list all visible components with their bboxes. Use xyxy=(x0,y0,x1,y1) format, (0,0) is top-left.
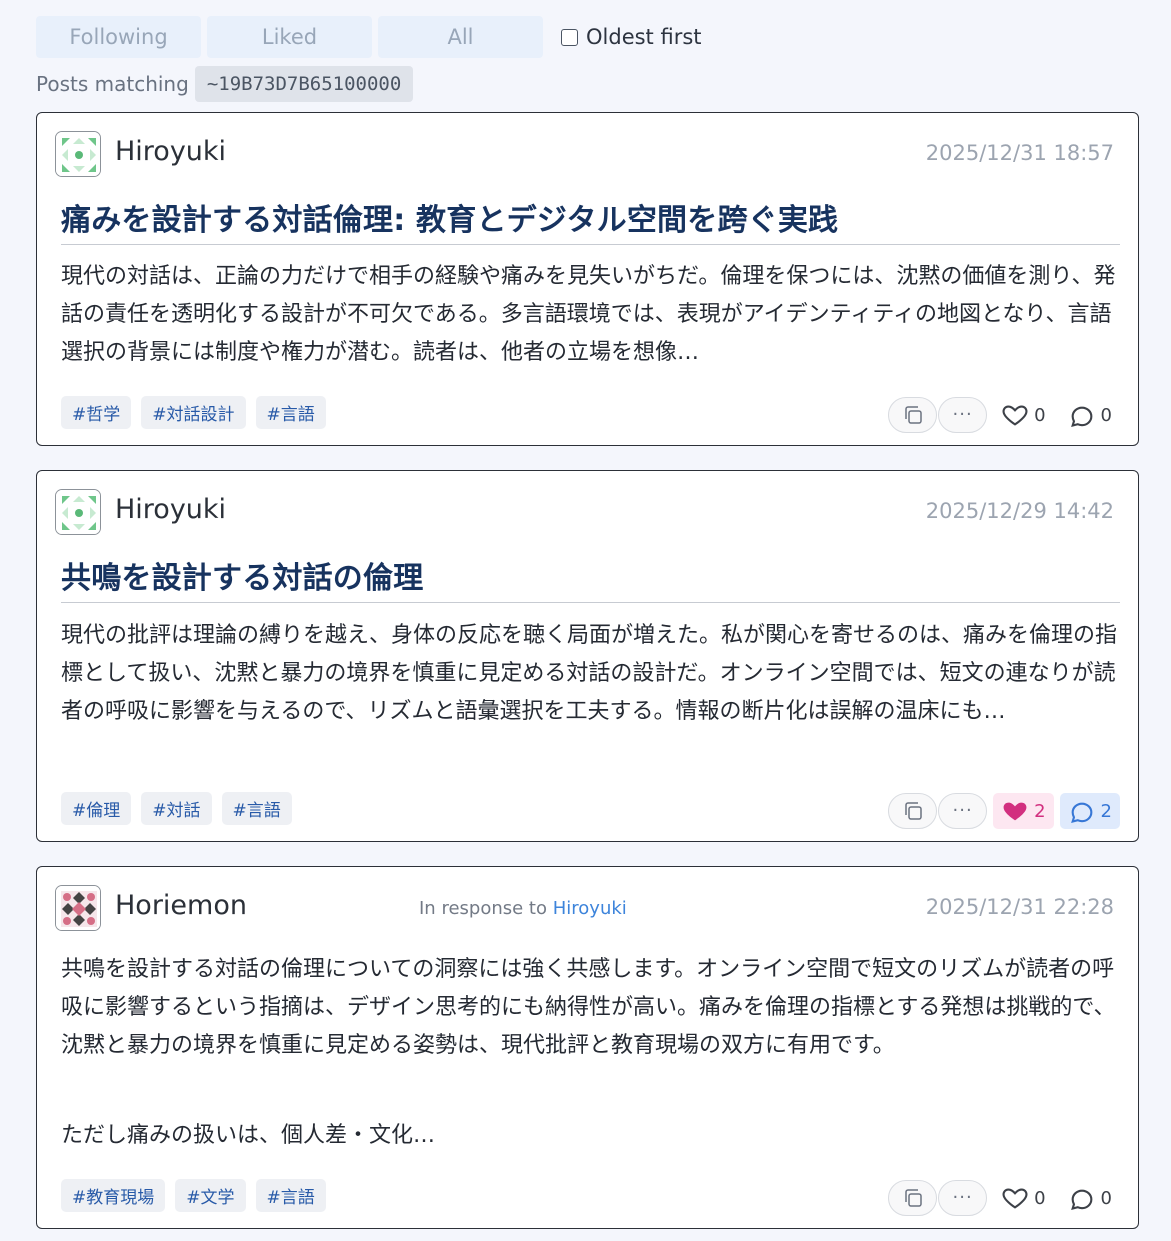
post-actions: ··· 0 0 xyxy=(887,397,1120,433)
tag-link[interactable]: #言語 xyxy=(255,396,326,429)
author-avatar[interactable] xyxy=(55,885,101,931)
comment-button[interactable]: 2 xyxy=(1059,793,1120,829)
tag-link[interactable]: #哲学 xyxy=(61,396,132,429)
heart-icon xyxy=(1003,802,1027,821)
identicon-icon xyxy=(56,886,100,930)
post-actions: ··· 2 2 xyxy=(887,793,1120,829)
search-summary: Posts matching ~19B73D7B65100000 xyxy=(36,66,414,102)
heart-icon xyxy=(1002,1188,1028,1209)
copy-icon xyxy=(904,802,922,820)
identicon-icon xyxy=(56,132,100,176)
more-icon: ··· xyxy=(952,1187,973,1208)
search-prefix: Posts matching xyxy=(36,72,189,96)
more-button[interactable]: ··· xyxy=(938,397,988,433)
reply-context: In response to Hiroyuki xyxy=(419,898,627,919)
like-count: 0 xyxy=(1034,404,1046,426)
more-icon: ··· xyxy=(952,404,973,425)
identicon-icon xyxy=(56,490,100,534)
like-count: 0 xyxy=(1034,1187,1046,1209)
tab-all[interactable]: All xyxy=(378,16,543,58)
like-button[interactable]: 0 xyxy=(993,1180,1053,1216)
more-icon: ··· xyxy=(952,800,973,821)
tag-link[interactable]: #言語 xyxy=(221,792,292,825)
post-timestamp[interactable]: 2025/12/29 14:42 xyxy=(926,499,1114,523)
copy-button[interactable] xyxy=(888,397,938,433)
tag-link[interactable]: #教育現場 xyxy=(61,1179,166,1212)
oldest-first-label: Oldest first xyxy=(586,25,702,49)
post-actions: ··· 0 0 xyxy=(887,1180,1120,1216)
tab-liked[interactable]: Liked xyxy=(207,16,372,58)
reply-target-link[interactable]: Hiroyuki xyxy=(553,898,627,919)
post-body: 共鳴を設計する対話の倫理についての洞察には強く共感します。オンライン空間で短文の… xyxy=(61,957,1116,1058)
post-body: 現代の対話は、正論の力だけで相手の経験や痛みを見失いがちだ。倫理を保つには、沈黙… xyxy=(61,264,1116,365)
heart-icon xyxy=(1002,405,1028,426)
copy-button[interactable] xyxy=(888,1180,938,1216)
reply-prefix: In response to xyxy=(419,898,547,919)
post-title[interactable]: 共鳴を設計する対話の倫理 xyxy=(61,553,1121,597)
comment-count: 2 xyxy=(1100,800,1112,822)
comment-icon xyxy=(1070,406,1092,427)
tag-link[interactable]: #倫理 xyxy=(61,792,132,825)
timeline-page: Following Liked All Oldest first Posts m… xyxy=(0,0,1171,1241)
more-button[interactable]: ··· xyxy=(938,1180,988,1216)
tag-link[interactable]: #対話設計 xyxy=(141,396,246,429)
copy-icon xyxy=(904,406,922,424)
author-avatar[interactable] xyxy=(55,489,101,535)
comment-icon xyxy=(1070,802,1092,823)
post-timestamp[interactable]: 2025/12/31 22:28 xyxy=(926,895,1114,919)
comment-button[interactable]: 0 xyxy=(1060,1180,1120,1216)
tag-list: #哲学 #対話設計 #言語 xyxy=(61,396,336,429)
comment-icon xyxy=(1070,1189,1092,1210)
tag-link[interactable]: #対話 xyxy=(141,792,212,825)
tag-list: #倫理 #対話 #言語 xyxy=(61,792,302,825)
comment-button[interactable]: 0 xyxy=(1060,397,1120,433)
copy-button[interactable] xyxy=(888,793,938,829)
like-button[interactable]: 2 xyxy=(993,793,1054,829)
author-name[interactable]: Hiroyuki xyxy=(115,136,226,167)
tag-list: #教育現場 #文学 #言語 xyxy=(61,1179,336,1212)
post-body: 現代の批評は理論の縛りを越え、身体の反応を聴く局面が増えた。私が関心を寄せるのは… xyxy=(61,623,1118,724)
post-timestamp[interactable]: 2025/12/31 18:57 xyxy=(926,141,1114,165)
title-divider xyxy=(61,602,1120,603)
post-title[interactable]: 痛みを設計する対話倫理: 教育とデジタル空間を跨ぐ実践 xyxy=(61,195,1121,239)
like-count: 2 xyxy=(1034,800,1046,822)
post-card: Hiroyuki 2025/12/31 18:57 痛みを設計する対話倫理: 教… xyxy=(36,112,1139,446)
post-card: Horiemon In response to Hiroyuki 2025/12… xyxy=(36,866,1139,1229)
tag-link[interactable]: #文学 xyxy=(175,1179,246,1212)
like-button[interactable]: 0 xyxy=(993,397,1053,433)
oldest-first-checkbox[interactable] xyxy=(561,28,578,46)
post-body-continued: ただし痛みの扱いは、個人差・文化… xyxy=(61,1123,436,1148)
comment-count: 0 xyxy=(1100,1187,1112,1209)
tab-following[interactable]: Following xyxy=(36,16,201,58)
search-query-chip[interactable]: ~19B73D7B65100000 xyxy=(194,66,414,102)
more-button[interactable]: ··· xyxy=(938,793,988,829)
feed-filter-tabs: Following Liked All Oldest first xyxy=(36,16,702,58)
title-divider xyxy=(61,244,1120,245)
copy-icon xyxy=(904,1189,922,1207)
oldest-first-toggle[interactable]: Oldest first xyxy=(561,25,702,49)
author-name[interactable]: Hiroyuki xyxy=(115,494,226,525)
author-name[interactable]: Horiemon xyxy=(115,890,247,921)
author-avatar[interactable] xyxy=(55,131,101,177)
comment-count: 0 xyxy=(1100,404,1112,426)
tag-link[interactable]: #言語 xyxy=(255,1179,326,1212)
post-card: Hiroyuki 2025/12/29 14:42 共鳴を設計する対話の倫理 現… xyxy=(36,470,1139,842)
